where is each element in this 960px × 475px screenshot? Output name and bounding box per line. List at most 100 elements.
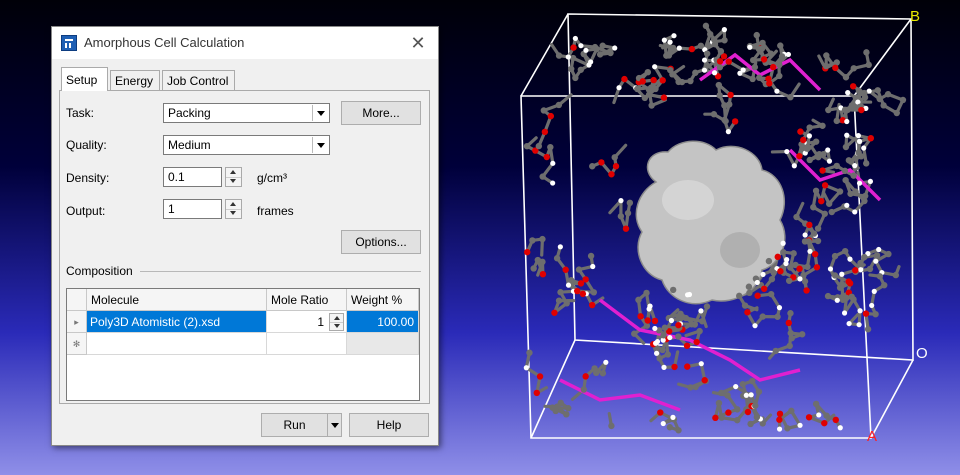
spin-down-icon[interactable] xyxy=(226,177,241,186)
atom xyxy=(797,276,803,282)
quality-value: Medium xyxy=(168,138,211,152)
atom xyxy=(760,285,768,292)
atom xyxy=(670,414,676,420)
atom xyxy=(832,64,839,72)
atom xyxy=(734,416,741,424)
atom xyxy=(749,75,756,83)
atom xyxy=(555,52,563,59)
atom xyxy=(661,364,667,370)
output-input[interactable]: 1 xyxy=(163,199,222,219)
atom xyxy=(710,111,718,118)
atom xyxy=(850,65,857,72)
atom xyxy=(776,416,783,423)
atom xyxy=(686,291,693,298)
atom xyxy=(820,151,827,158)
more-button[interactable]: More... xyxy=(341,101,421,125)
run-dropdown-button[interactable] xyxy=(327,413,342,437)
atom xyxy=(555,297,563,304)
atom xyxy=(858,106,865,114)
atom xyxy=(784,148,790,155)
origin-label: O xyxy=(916,345,928,362)
atom xyxy=(697,42,705,50)
atom xyxy=(536,373,544,380)
atom xyxy=(842,74,850,81)
cell-mole-ratio-new[interactable] xyxy=(267,333,347,355)
atom xyxy=(862,310,870,317)
atom xyxy=(834,297,840,303)
atom xyxy=(572,35,578,42)
run-button[interactable]: Run xyxy=(261,413,328,437)
atom xyxy=(806,221,813,229)
atom xyxy=(612,45,618,51)
row-indicator-icon[interactable]: ▸ xyxy=(67,311,87,333)
atom xyxy=(818,197,825,205)
atom xyxy=(741,302,749,309)
spin-down-icon[interactable] xyxy=(330,322,343,330)
atom xyxy=(715,399,723,407)
mole-ratio-stepper[interactable] xyxy=(329,313,344,331)
atom xyxy=(780,240,786,246)
atom xyxy=(553,255,561,262)
atom xyxy=(813,264,821,271)
atom xyxy=(832,416,840,424)
column-header-weight[interactable]: Weight % xyxy=(347,289,419,311)
atom xyxy=(671,33,677,39)
free-volume-surface xyxy=(635,140,786,305)
atom xyxy=(624,209,632,217)
app-icon xyxy=(61,35,77,51)
atom xyxy=(892,271,900,279)
atom xyxy=(692,383,699,391)
atom xyxy=(769,63,777,71)
cell-weight[interactable]: 100.00 xyxy=(347,311,419,333)
atom xyxy=(824,292,832,300)
atom xyxy=(843,294,850,302)
atom xyxy=(839,271,845,277)
close-button[interactable]: ✕ xyxy=(408,33,428,53)
composition-table[interactable]: Molecule Mole Ratio Weight % ▸ Poly3D At… xyxy=(66,288,420,401)
atom xyxy=(578,43,584,49)
atom xyxy=(539,235,546,243)
atom xyxy=(577,66,585,73)
density-stepper[interactable] xyxy=(225,167,242,187)
tab-energy[interactable]: Energy xyxy=(110,70,160,90)
atom xyxy=(858,267,864,273)
options-button[interactable]: Options... xyxy=(341,230,421,254)
cell-molecule-new[interactable] xyxy=(87,333,267,355)
atom xyxy=(734,406,741,413)
atom xyxy=(565,54,571,60)
atom xyxy=(547,112,555,120)
column-header-molecule[interactable]: Molecule xyxy=(87,289,267,311)
atom xyxy=(803,287,810,294)
atom xyxy=(631,330,638,337)
spin-down-icon[interactable] xyxy=(226,209,241,218)
help-button[interactable]: Help xyxy=(349,413,429,437)
atom xyxy=(582,276,589,283)
chevron-down-icon xyxy=(312,105,328,121)
atom xyxy=(703,50,711,57)
atom xyxy=(876,95,883,103)
output-stepper[interactable] xyxy=(225,199,242,219)
cell-molecule[interactable]: Poly3D Atomistic (2).xsd xyxy=(87,311,267,333)
column-header-mole-ratio[interactable]: Mole Ratio xyxy=(267,289,347,311)
task-dropdown[interactable]: Packing xyxy=(163,103,330,123)
atom xyxy=(727,91,734,99)
atom xyxy=(873,252,881,259)
atom xyxy=(776,305,783,311)
density-input[interactable]: 0.1 xyxy=(163,167,222,187)
atom xyxy=(822,62,830,70)
atom xyxy=(716,64,724,71)
atom xyxy=(768,275,776,283)
atom xyxy=(872,310,879,318)
quality-dropdown[interactable]: Medium xyxy=(163,135,330,155)
tab-setup[interactable]: Setup xyxy=(61,67,108,91)
atom xyxy=(644,68,652,76)
atom xyxy=(621,75,628,83)
dialog-titlebar[interactable]: Amorphous Cell Calculation ✕ xyxy=(52,27,438,59)
atom xyxy=(767,290,775,298)
atom xyxy=(745,283,753,290)
tab-job-control[interactable]: Job Control xyxy=(162,70,235,90)
atom xyxy=(589,163,596,170)
atom xyxy=(852,209,858,215)
atom xyxy=(698,361,704,367)
new-row-icon[interactable]: ✻ xyxy=(67,333,87,355)
